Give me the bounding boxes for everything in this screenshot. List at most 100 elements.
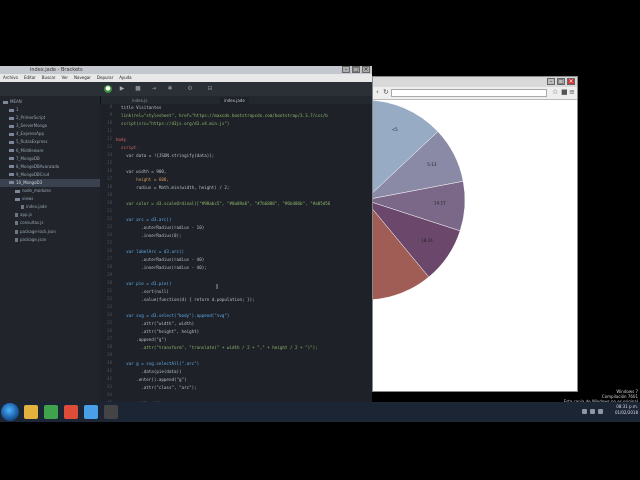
settings-icon[interactable]: ⚙ (186, 85, 194, 93)
stop-icon[interactable]: ■ (134, 85, 142, 93)
tree-label: 8_MongoDBAvanzado (16, 163, 60, 169)
network-icon[interactable] (590, 409, 595, 414)
code-line: var pie = d3.pie() (116, 281, 172, 286)
menu-item[interactable]: Buscar (42, 74, 56, 82)
code-line: .attr("height", height) (116, 329, 200, 334)
menu-item[interactable]: Ayuda (119, 74, 131, 82)
tree-label: 1 (16, 107, 19, 112)
maximize-icon[interactable]: □ (352, 66, 360, 73)
folder-row[interactable]: 1 (0, 106, 100, 114)
editor-window[interactable]: index.jade - Brackets - □ × Archivo Edita… (0, 66, 372, 410)
run-icon[interactable]: ● (104, 85, 112, 93)
tree-label: package-lock.json (20, 228, 56, 234)
code-line: script. (116, 145, 139, 150)
line-number: 31 (107, 288, 112, 293)
explorer-icon[interactable] (24, 405, 38, 419)
code-line: link(rel="stylesheet", href="https://max… (116, 113, 328, 118)
code-line: .attr("width", width) (116, 321, 195, 326)
line-gutter: 8 9 10 11 12 13 14 15 16 17 18 19 20 21 22 23 24 25 26 27 28… (100, 104, 114, 410)
folder-row[interactable]: 4_ExpressApp (0, 130, 100, 138)
folder-row[interactable]: 3_ServerMongo (0, 122, 100, 130)
clock-date: 01/02/2018 (614, 410, 638, 415)
browser-window[interactable]: - □ × ‹ ↻ ☆ ■ ≡ <5 5-13 14-17 18-24 (372, 76, 578, 392)
tree-label: 9_MongoDBCrud (16, 171, 50, 177)
folder-row[interactable]: 2_PrimerScript (0, 114, 100, 122)
line-number: 28 (107, 264, 112, 269)
tree-label: views (22, 196, 34, 202)
reload-icon[interactable]: ↻ (383, 89, 390, 96)
code-line: body (116, 137, 127, 142)
play-icon[interactable]: ▶ (118, 85, 126, 93)
code-line: var data = !{JSON.stringify(data)}; (116, 153, 215, 158)
menu-item[interactable]: Archivo (3, 74, 18, 82)
file-row[interactable]: package-lock.json (0, 228, 100, 236)
code-line: .outerRadius(radius - 40) (116, 257, 205, 262)
folder-icon (9, 157, 14, 161)
menu-icon[interactable]: ≡ (569, 89, 576, 96)
folder-icon (9, 149, 14, 152)
code-line: .value(function(d) { return d.population… (116, 297, 255, 302)
folder-row[interactable]: 8_MongoDBAvanzado (0, 163, 100, 171)
start-button[interactable] (1, 403, 19, 421)
folder-row[interactable]: 6_Middleware (0, 147, 100, 155)
line-number: 42 (107, 376, 112, 381)
folder-row[interactable]: 7_MongoDB (0, 155, 100, 163)
minimize-icon[interactable]: - (342, 66, 350, 73)
folder-icon (15, 189, 20, 193)
code-area[interactable]: title Visitantes link(rel="stylesheet", … (116, 104, 370, 410)
cmd-icon[interactable] (104, 405, 118, 419)
file-icon (15, 221, 18, 226)
file-row[interactable]: index.jade (0, 203, 100, 211)
star-icon[interactable]: ☆ (552, 89, 559, 96)
editor-titlebar[interactable]: index.jade - Brackets - □ × (0, 66, 372, 74)
tree-label: 3_ServerMongo (16, 123, 48, 129)
tree-label: 7_MongoDB (16, 155, 40, 161)
folder-row[interactable]: node_modules (0, 187, 100, 195)
line-number: 29 (107, 272, 112, 277)
menu-item[interactable]: Navegar (74, 74, 91, 82)
file-row[interactable]: app.js (0, 211, 100, 219)
step-icon[interactable]: ⇥ (150, 85, 158, 93)
code-line: .innerRadius(radius - 40); (116, 265, 207, 270)
menu-item[interactable]: Depurar (97, 74, 113, 82)
tree-label: consultas.js (20, 220, 44, 226)
chrome-icon[interactable] (64, 405, 78, 419)
line-number: 14 (107, 152, 112, 157)
folder-row[interactable]: views (0, 195, 100, 203)
maximize-icon[interactable]: □ (557, 78, 565, 85)
code-line: height = 600, (116, 177, 169, 182)
folder-row[interactable]: 5_RutasExpress (0, 138, 100, 146)
tab-active[interactable]: index.jade (220, 97, 249, 104)
media-icon[interactable] (44, 405, 58, 419)
brackets-icon[interactable] (84, 405, 98, 419)
desktop: - □ × ‹ ↻ ☆ ■ ≡ <5 5-13 14-17 18-24 index.j… (0, 0, 640, 480)
tree-label: 4_ExpressApp (16, 131, 44, 137)
code-line: .outerRadius(radius - 10) (116, 225, 205, 230)
menu-item[interactable]: Editar (24, 74, 36, 82)
tab-index-js[interactable]: index.js (128, 97, 151, 104)
code-line: .data(pie(data)) (116, 369, 182, 374)
pie-label: 14-17 (434, 201, 446, 206)
flag-icon[interactable] (582, 409, 587, 414)
tree-label: package.json (20, 236, 47, 242)
extension-icon[interactable]: ■ (561, 89, 568, 96)
clock[interactable]: 08:31 p.m. 01/02/2018 (598, 404, 638, 420)
line-number: 23 (107, 224, 112, 229)
close-icon[interactable]: × (567, 78, 575, 85)
address-bar[interactable] (391, 89, 547, 97)
split-icon[interactable]: ⊟ (206, 85, 214, 93)
folder-row[interactable]: 9_MongoDBCrud (0, 171, 100, 179)
menu-item[interactable]: Ver (61, 74, 68, 82)
tree-label: index.jade (26, 204, 47, 210)
minimize-icon[interactable]: - (547, 78, 555, 85)
file-row[interactable]: consultas.js (0, 219, 100, 227)
project-root[interactable]: MEAN (0, 98, 100, 106)
close-icon[interactable]: × (362, 66, 370, 73)
file-row[interactable]: package.json (0, 236, 100, 244)
browser-toolbar: ‹ ↻ ☆ ■ ≡ (373, 87, 577, 100)
debug-icon[interactable]: ✱ (166, 85, 174, 93)
code-line: .innerRadius(0); (116, 233, 182, 238)
browser-titlebar[interactable]: - □ × (373, 77, 577, 87)
back-icon[interactable]: ‹ (376, 89, 383, 96)
folder-row[interactable]: 10_MongoD3 (0, 178, 100, 187)
